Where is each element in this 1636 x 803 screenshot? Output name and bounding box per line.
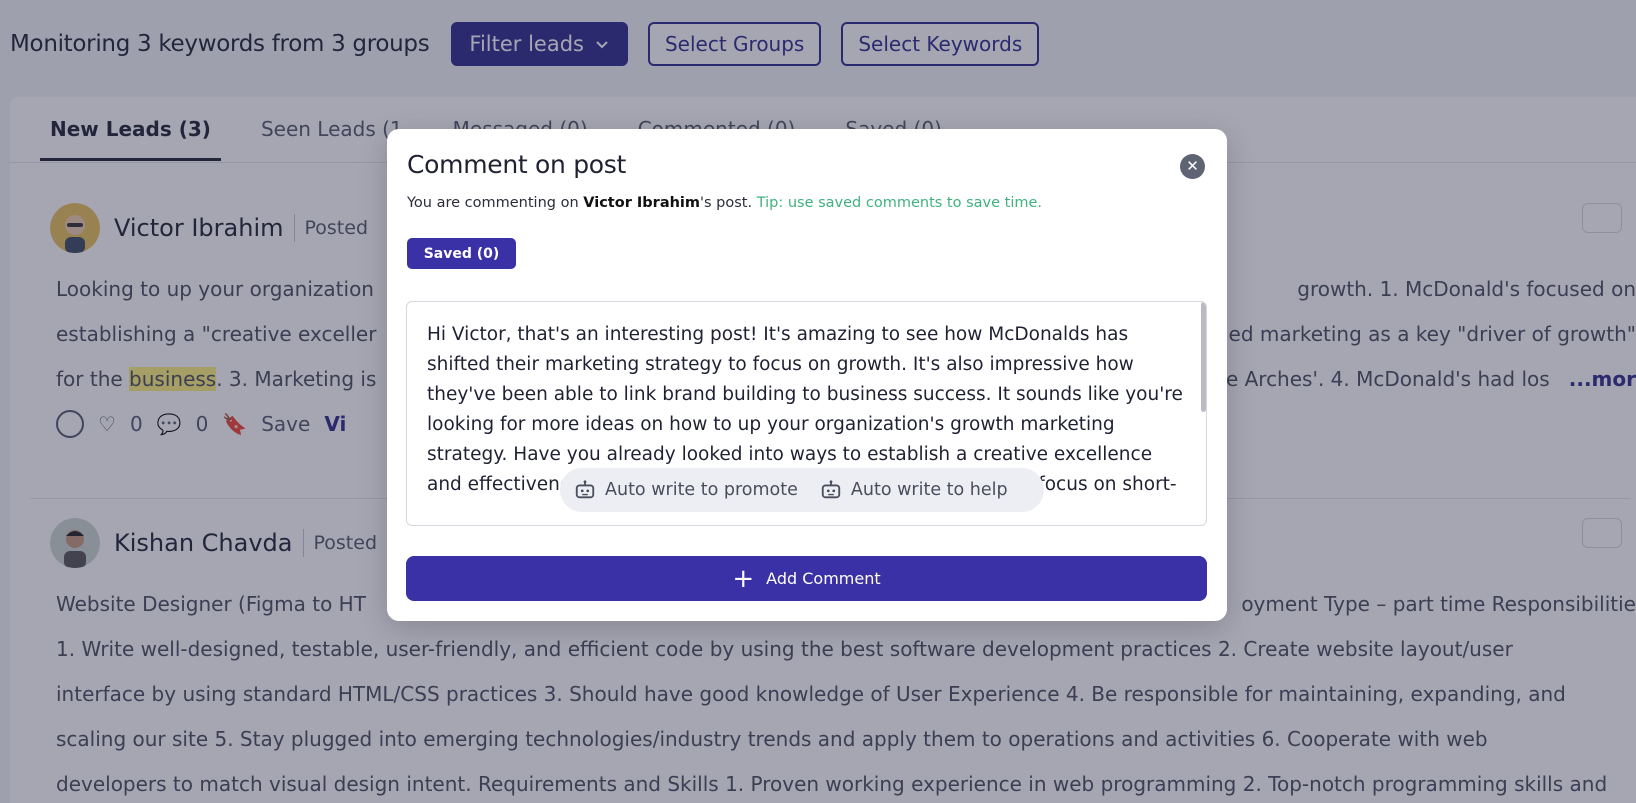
comment-modal: Comment on post ✕ You are commenting on … — [387, 129, 1227, 621]
plus-icon: + — [732, 563, 755, 594]
modal-title: Comment on post — [407, 150, 627, 179]
add-comment-label: Add Comment — [766, 569, 881, 588]
comment-box: Hi Victor, that's an interesting post! I… — [406, 301, 1207, 526]
robot-icon — [575, 480, 595, 499]
post-author: Victor Ibrahim — [583, 195, 701, 211]
modal-subtitle: You are commenting on Victor Ibrahim's p… — [407, 195, 1043, 211]
auto-write-help-button[interactable]: Auto write to help — [820, 479, 1008, 501]
auto-write-bar: Auto write to promote Auto write to help — [560, 468, 1044, 512]
tip-text: Tip: use saved comments to save time. — [756, 195, 1043, 211]
auto-write-promote-label: Auto write to promote — [605, 480, 798, 500]
saved-comments-button[interactable]: Saved (0) — [407, 238, 516, 269]
auto-write-help-label: Auto write to help — [850, 480, 1008, 500]
close-icon[interactable]: ✕ — [1180, 154, 1205, 179]
auto-write-promote-button[interactable]: Auto write to promote — [574, 479, 798, 501]
add-comment-button[interactable]: + Add Comment — [406, 556, 1207, 601]
robot-icon — [821, 480, 841, 499]
scrollbar[interactable] — [1201, 302, 1206, 412]
